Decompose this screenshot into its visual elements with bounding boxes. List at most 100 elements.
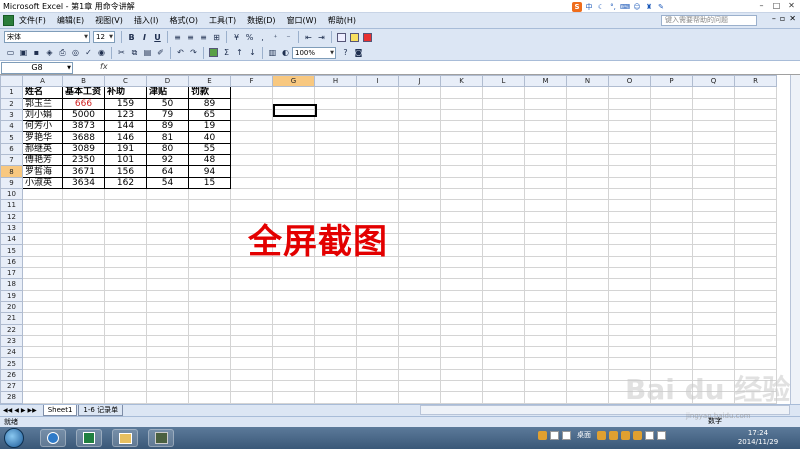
cell[interactable]: 基本工资 [62, 86, 105, 99]
cell[interactable] [314, 357, 357, 370]
cell[interactable] [566, 233, 609, 246]
cell[interactable] [734, 255, 777, 269]
cell[interactable] [398, 142, 441, 156]
first-sheet-icon[interactable]: ◀◀ [3, 407, 12, 414]
cell[interactable] [146, 199, 189, 212]
font-name-select[interactable]: 宋体 [4, 31, 90, 43]
cell[interactable] [356, 131, 399, 144]
cell[interactable] [650, 300, 693, 314]
cell[interactable] [22, 357, 63, 370]
cell[interactable] [608, 142, 651, 156]
cell[interactable] [566, 346, 609, 359]
start-button[interactable] [4, 428, 24, 448]
cell[interactable] [314, 120, 357, 133]
cell[interactable] [524, 368, 567, 382]
column-header[interactable]: D [146, 75, 189, 88]
cell[interactable] [398, 255, 441, 269]
cell[interactable] [314, 300, 357, 314]
taskbar-app-excel[interactable] [76, 429, 102, 447]
cell[interactable] [398, 154, 441, 167]
cell[interactable] [230, 278, 273, 291]
menu-view[interactable]: 视图(V) [95, 15, 123, 26]
save-icon[interactable]: ▪ [30, 46, 43, 59]
cell[interactable] [272, 380, 315, 393]
cell[interactable] [650, 334, 693, 348]
cell[interactable] [230, 108, 273, 122]
cell[interactable] [482, 154, 525, 167]
cell[interactable]: 65 [188, 108, 231, 122]
column-header[interactable]: M [524, 75, 567, 88]
cell[interactable] [272, 108, 315, 122]
align-center-icon[interactable]: ≡ [184, 31, 197, 44]
cell[interactable] [524, 233, 567, 246]
cell[interactable] [482, 312, 525, 325]
cell[interactable] [146, 346, 189, 359]
column-header[interactable]: P [650, 75, 693, 88]
bold-button[interactable]: B [125, 31, 138, 44]
cell[interactable] [734, 300, 777, 314]
cell[interactable] [104, 221, 147, 235]
cell[interactable] [146, 380, 189, 393]
cell[interactable] [398, 233, 441, 246]
cell[interactable] [272, 199, 315, 212]
cell[interactable] [566, 380, 609, 393]
cell[interactable]: 郝继英 [22, 142, 63, 156]
cell[interactable] [230, 300, 273, 314]
cell[interactable] [188, 278, 231, 291]
cell[interactable] [398, 210, 441, 223]
cell[interactable] [22, 233, 63, 246]
tray-window-icon[interactable] [562, 430, 571, 440]
cell[interactable] [734, 221, 777, 235]
cell[interactable] [524, 199, 567, 212]
row-header[interactable]: 12 [0, 210, 23, 223]
cell[interactable] [314, 165, 357, 178]
cell[interactable]: 3671 [62, 165, 105, 178]
cell[interactable] [272, 278, 315, 291]
cell[interactable] [62, 323, 105, 336]
cell[interactable] [566, 267, 609, 280]
row-header[interactable]: 16 [0, 255, 23, 269]
cell[interactable] [734, 334, 777, 348]
cell[interactable] [272, 267, 315, 280]
cell[interactable] [524, 278, 567, 291]
cell[interactable] [608, 108, 651, 122]
row-header[interactable]: 21 [0, 312, 23, 325]
autosum-button[interactable]: Σ [220, 46, 233, 59]
cell[interactable] [566, 368, 609, 382]
row-header[interactable]: 13 [0, 221, 23, 235]
cell[interactable] [22, 391, 63, 404]
cell[interactable] [566, 357, 609, 370]
cell[interactable] [356, 312, 399, 325]
cell[interactable] [482, 86, 525, 99]
cell[interactable] [482, 380, 525, 393]
cell[interactable] [650, 154, 693, 167]
cell[interactable] [398, 300, 441, 314]
cell[interactable] [524, 187, 567, 201]
cell[interactable] [146, 289, 189, 302]
cell[interactable]: 146 [104, 131, 147, 144]
cell[interactable]: 89 [146, 120, 189, 133]
cell[interactable] [440, 165, 483, 178]
cell[interactable] [440, 244, 483, 257]
cell[interactable] [608, 244, 651, 257]
cell[interactable]: 81 [146, 131, 189, 144]
cell[interactable] [524, 165, 567, 178]
cell[interactable] [608, 165, 651, 178]
cell[interactable] [398, 278, 441, 291]
cell[interactable] [62, 233, 105, 246]
cell[interactable] [650, 267, 693, 280]
cell[interactable] [104, 267, 147, 280]
cell[interactable] [524, 131, 567, 144]
row-header[interactable]: 19 [0, 289, 23, 302]
cell[interactable] [440, 380, 483, 393]
cell[interactable] [272, 312, 315, 325]
cell[interactable] [524, 108, 567, 122]
cell[interactable] [104, 357, 147, 370]
cell[interactable] [482, 131, 525, 144]
tray-qq-icon[interactable] [621, 430, 630, 440]
cell[interactable] [608, 300, 651, 314]
cell[interactable]: 50 [146, 97, 189, 110]
cell[interactable] [650, 176, 693, 189]
redo-icon[interactable]: ↷ [187, 46, 200, 59]
cell[interactable] [230, 86, 273, 99]
